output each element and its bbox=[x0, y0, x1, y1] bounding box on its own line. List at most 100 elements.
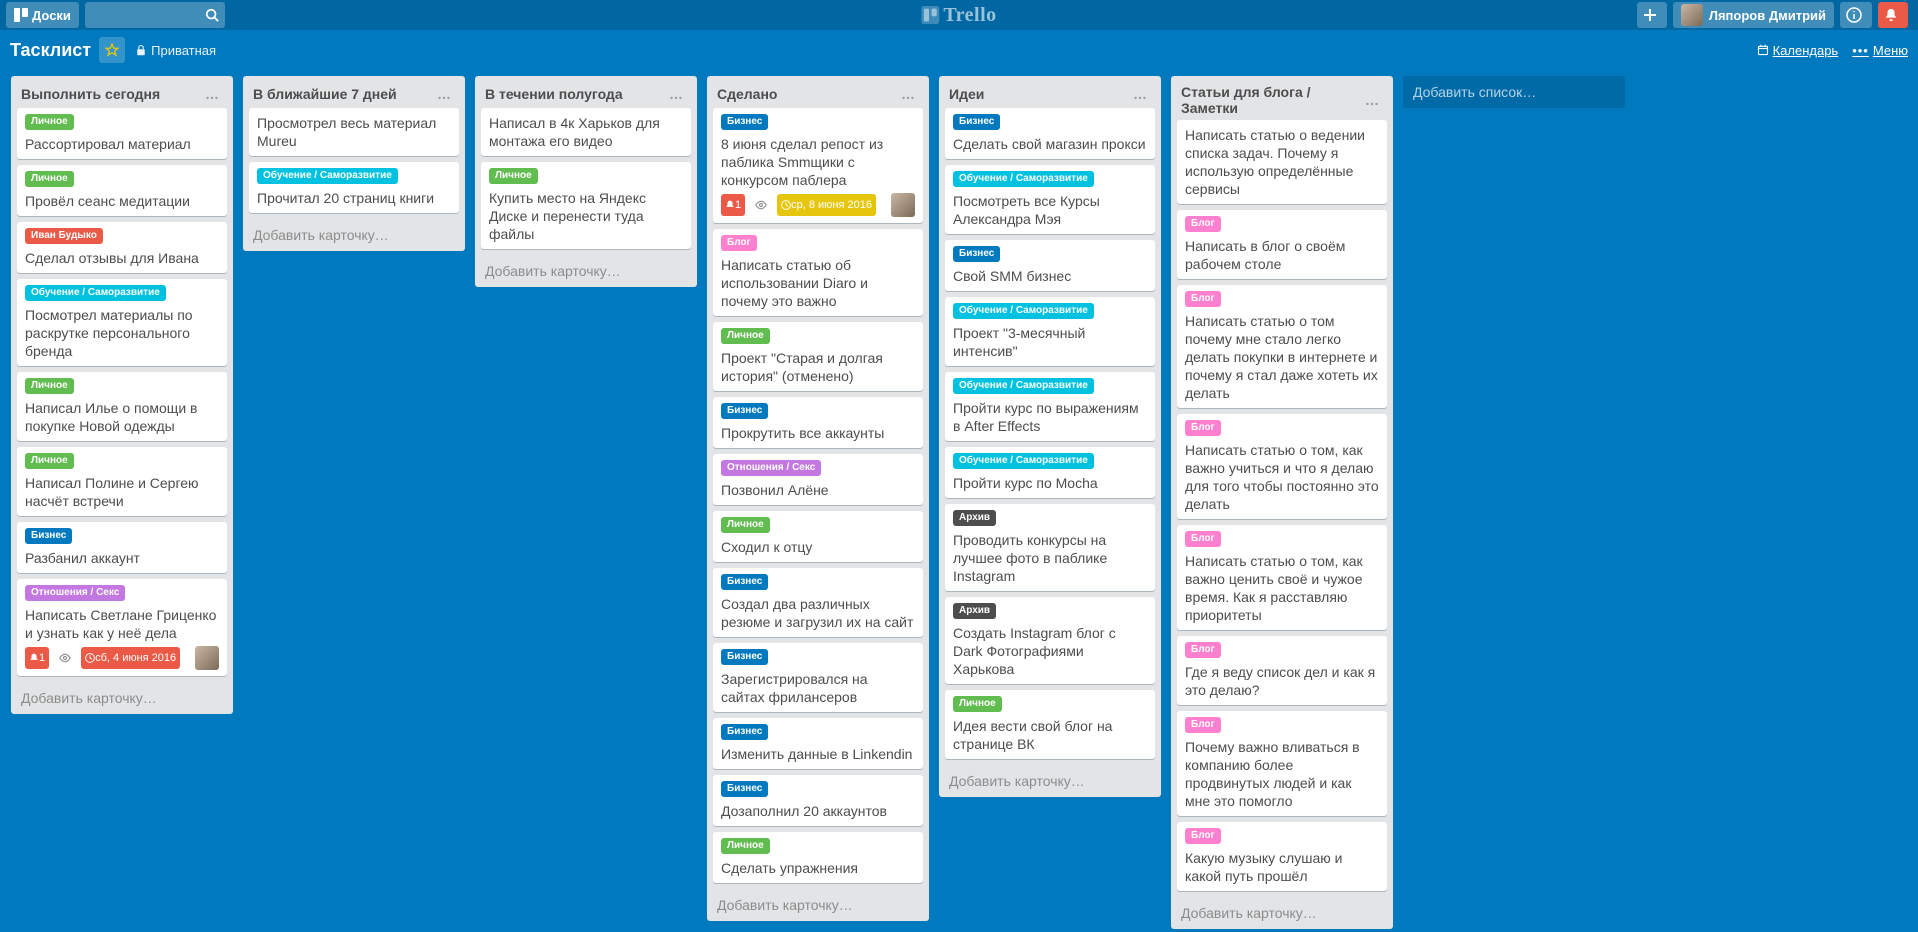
add-card-button[interactable]: Добавить карточку… bbox=[475, 255, 697, 287]
add-card-button[interactable]: Добавить карточку… bbox=[1171, 897, 1393, 929]
card[interactable]: БизнесПрокрутить все аккаунты bbox=[713, 397, 923, 448]
list-title[interactable]: В ближайшие 7 дней bbox=[253, 86, 433, 102]
user-menu[interactable]: Ляпоров Дмитрий bbox=[1673, 2, 1834, 28]
card[interactable]: Обучение / СаморазвитиеПрочитал 20 стран… bbox=[249, 162, 459, 213]
calendar-link[interactable]: Календарь bbox=[1757, 43, 1839, 58]
card-labels: Блог bbox=[1185, 531, 1379, 550]
list-menu-button[interactable]: … bbox=[897, 84, 919, 104]
lock-icon bbox=[135, 44, 147, 56]
card[interactable]: ЛичноеСделать упражнения bbox=[713, 832, 923, 883]
list-title[interactable]: Сделано bbox=[717, 86, 897, 102]
list-menu-button[interactable]: … bbox=[433, 84, 455, 104]
card[interactable]: ЛичноеНаписал Илье о помощи в покупке Но… bbox=[17, 372, 227, 441]
ellipsis-icon: ••• bbox=[1852, 43, 1869, 58]
card[interactable]: БлогНаписать статью о том почему мне ста… bbox=[1177, 285, 1387, 408]
label-purple: Отношения / Секс bbox=[721, 460, 821, 476]
card[interactable]: ЛичноеНаписал Полине и Сергею насчёт вст… bbox=[17, 447, 227, 516]
label-blue: Бизнес bbox=[721, 574, 768, 590]
card[interactable]: БизнесЗарегистрировался на сайтах фрилан… bbox=[713, 643, 923, 712]
card-text: Сделать свой магазин прокси bbox=[953, 135, 1147, 153]
card[interactable]: БлогНаписать в блог о своём рабочем стол… bbox=[1177, 210, 1387, 279]
card[interactable]: АрхивСоздать Instagram блог с Dark Фотог… bbox=[945, 597, 1155, 684]
list: В течении полугода… Написал в 4к Харьков … bbox=[475, 76, 697, 287]
label-pink: Блог bbox=[1185, 216, 1221, 232]
label-green: Личное bbox=[25, 114, 74, 130]
card[interactable]: Написал в 4к Харьков для монтажа его вид… bbox=[481, 108, 691, 156]
create-button[interactable] bbox=[1637, 2, 1667, 28]
card-member-avatar[interactable] bbox=[195, 646, 219, 670]
board-title[interactable]: Тасклист bbox=[10, 40, 91, 61]
visibility-button[interactable]: Приватная bbox=[135, 43, 216, 58]
card[interactable]: БизнесРазбанил аккаунт bbox=[17, 522, 227, 573]
card[interactable]: ЛичноеРассортировал материал bbox=[17, 108, 227, 159]
card-member-avatar[interactable] bbox=[891, 193, 915, 217]
card-labels: Бизнес bbox=[721, 574, 915, 593]
menu-link[interactable]: ••• Меню bbox=[1852, 43, 1908, 58]
card[interactable]: БлогНаписать статью об использовании Dia… bbox=[713, 229, 923, 316]
card[interactable]: БизнесСделать свой магазин прокси bbox=[945, 108, 1155, 159]
bell-icon bbox=[725, 200, 735, 210]
card-labels: Иван Будыко bbox=[25, 228, 219, 247]
list-menu-button[interactable]: … bbox=[1129, 84, 1151, 104]
list-menu-button[interactable]: … bbox=[665, 84, 687, 104]
card[interactable]: БлогНаписать статью о том, как важно цен… bbox=[1177, 525, 1387, 630]
board-canvas[interactable]: Выполнить сегодня…ЛичноеРассортировал ма… bbox=[0, 70, 1918, 932]
label-cyan: Обучение / Саморазвитие bbox=[953, 453, 1094, 469]
search-input[interactable] bbox=[85, 2, 225, 28]
label-blue: Бизнес bbox=[721, 114, 768, 130]
card[interactable]: Бизнес8 июня сделал репост из паблика Sm… bbox=[713, 108, 923, 223]
label-blue: Бизнес bbox=[721, 781, 768, 797]
card-labels: Бизнес bbox=[721, 403, 915, 422]
badge-watching bbox=[751, 197, 771, 213]
card[interactable]: ЛичноеПроект "Старая и долгая история" (… bbox=[713, 322, 923, 391]
list-menu-button[interactable]: … bbox=[1361, 90, 1383, 110]
card[interactable]: ЛичноеПровёл сеанс медитации bbox=[17, 165, 227, 216]
card[interactable]: ЛичноеКупить место на Яндекс Диске и пер… bbox=[481, 162, 691, 249]
card[interactable]: БлогНаписать статью о том, как важно учи… bbox=[1177, 414, 1387, 519]
card[interactable]: ЛичноеСходил к отцу bbox=[713, 511, 923, 562]
card[interactable]: БлогКакую музыку слушаю и какой путь про… bbox=[1177, 822, 1387, 891]
star-button[interactable] bbox=[99, 37, 125, 63]
card-text: Почему важно вливаться в компанию более … bbox=[1185, 738, 1379, 810]
card[interactable]: ЛичноеИдея вести свой блог на странице В… bbox=[945, 690, 1155, 759]
label-cyan: Обучение / Саморазвитие bbox=[25, 285, 166, 301]
list: Сделано… Бизнес8 июня сделал репост из па… bbox=[707, 76, 929, 921]
boards-button[interactable]: Доски bbox=[6, 2, 79, 28]
add-card-button[interactable]: Добавить карточку… bbox=[11, 682, 233, 714]
add-card-button[interactable]: Добавить карточку… bbox=[707, 889, 929, 921]
card[interactable]: Обучение / СаморазвитиеПройти курс по вы… bbox=[945, 372, 1155, 441]
card[interactable]: БизнесИзменить данные в Linkendin bbox=[713, 718, 923, 769]
card[interactable]: Обучение / СаморазвитиеПосмотрел материа… bbox=[17, 279, 227, 366]
card[interactable]: Обучение / СаморазвитиеПроект "3-месячны… bbox=[945, 297, 1155, 366]
card[interactable]: Отношения / СексПозвонил Алёне bbox=[713, 454, 923, 505]
card[interactable]: БизнесСоздал два различных резюме и загр… bbox=[713, 568, 923, 637]
trello-logo[interactable]: Trello bbox=[921, 4, 996, 27]
help-button[interactable] bbox=[1840, 2, 1872, 28]
card[interactable]: АрхивПроводить конкурсы на лучшее фото в… bbox=[945, 504, 1155, 591]
add-card-button[interactable]: Добавить карточку… bbox=[243, 219, 465, 251]
card[interactable]: Просмотрел весь материал Mureu bbox=[249, 108, 459, 156]
add-list-button[interactable]: Добавить список… bbox=[1403, 76, 1625, 108]
list-title[interactable]: В течении полугода bbox=[485, 86, 665, 102]
card[interactable]: БлогПочему важно вливаться в компанию бо… bbox=[1177, 711, 1387, 816]
card[interactable]: Иван БудыкоСделал отзывы для Ивана bbox=[17, 222, 227, 273]
card[interactable]: БизнесДозаполнил 20 аккаунтов bbox=[713, 775, 923, 826]
label-pink: Блог bbox=[1185, 531, 1221, 547]
card[interactable]: Обучение / СаморазвитиеПосмотреть все Ку… bbox=[945, 165, 1155, 234]
badge-due-date: ср, 8 июня 2016 bbox=[777, 194, 876, 216]
card-text: Пройти курс по Mocha bbox=[953, 474, 1147, 492]
card[interactable]: БизнесСвой SMM бизнес bbox=[945, 240, 1155, 291]
list-menu-button[interactable]: … bbox=[201, 84, 223, 104]
list-title[interactable]: Статьи для блога / Заметки bbox=[1181, 84, 1361, 116]
card[interactable]: Обучение / Саморазвитие Пройти курс по Mo… bbox=[945, 447, 1155, 498]
star-icon bbox=[105, 43, 119, 57]
card[interactable]: БлогГде я веду список дел и как я это де… bbox=[1177, 636, 1387, 705]
notifications-button[interactable] bbox=[1878, 2, 1908, 28]
add-card-button[interactable]: Добавить карточку… bbox=[939, 765, 1161, 797]
card[interactable]: Написать статью о ведении списка задач. … bbox=[1177, 120, 1387, 204]
list-title[interactable]: Выполнить сегодня bbox=[21, 86, 201, 102]
list-title[interactable]: Идеи bbox=[949, 86, 1129, 102]
card-text: Создать Instagram блог с Dark Фотография… bbox=[953, 624, 1147, 678]
card-labels: Обучение / Саморазвитие bbox=[953, 303, 1147, 322]
card[interactable]: Отношения / СексНаписать Светлане Грицен… bbox=[17, 579, 227, 676]
